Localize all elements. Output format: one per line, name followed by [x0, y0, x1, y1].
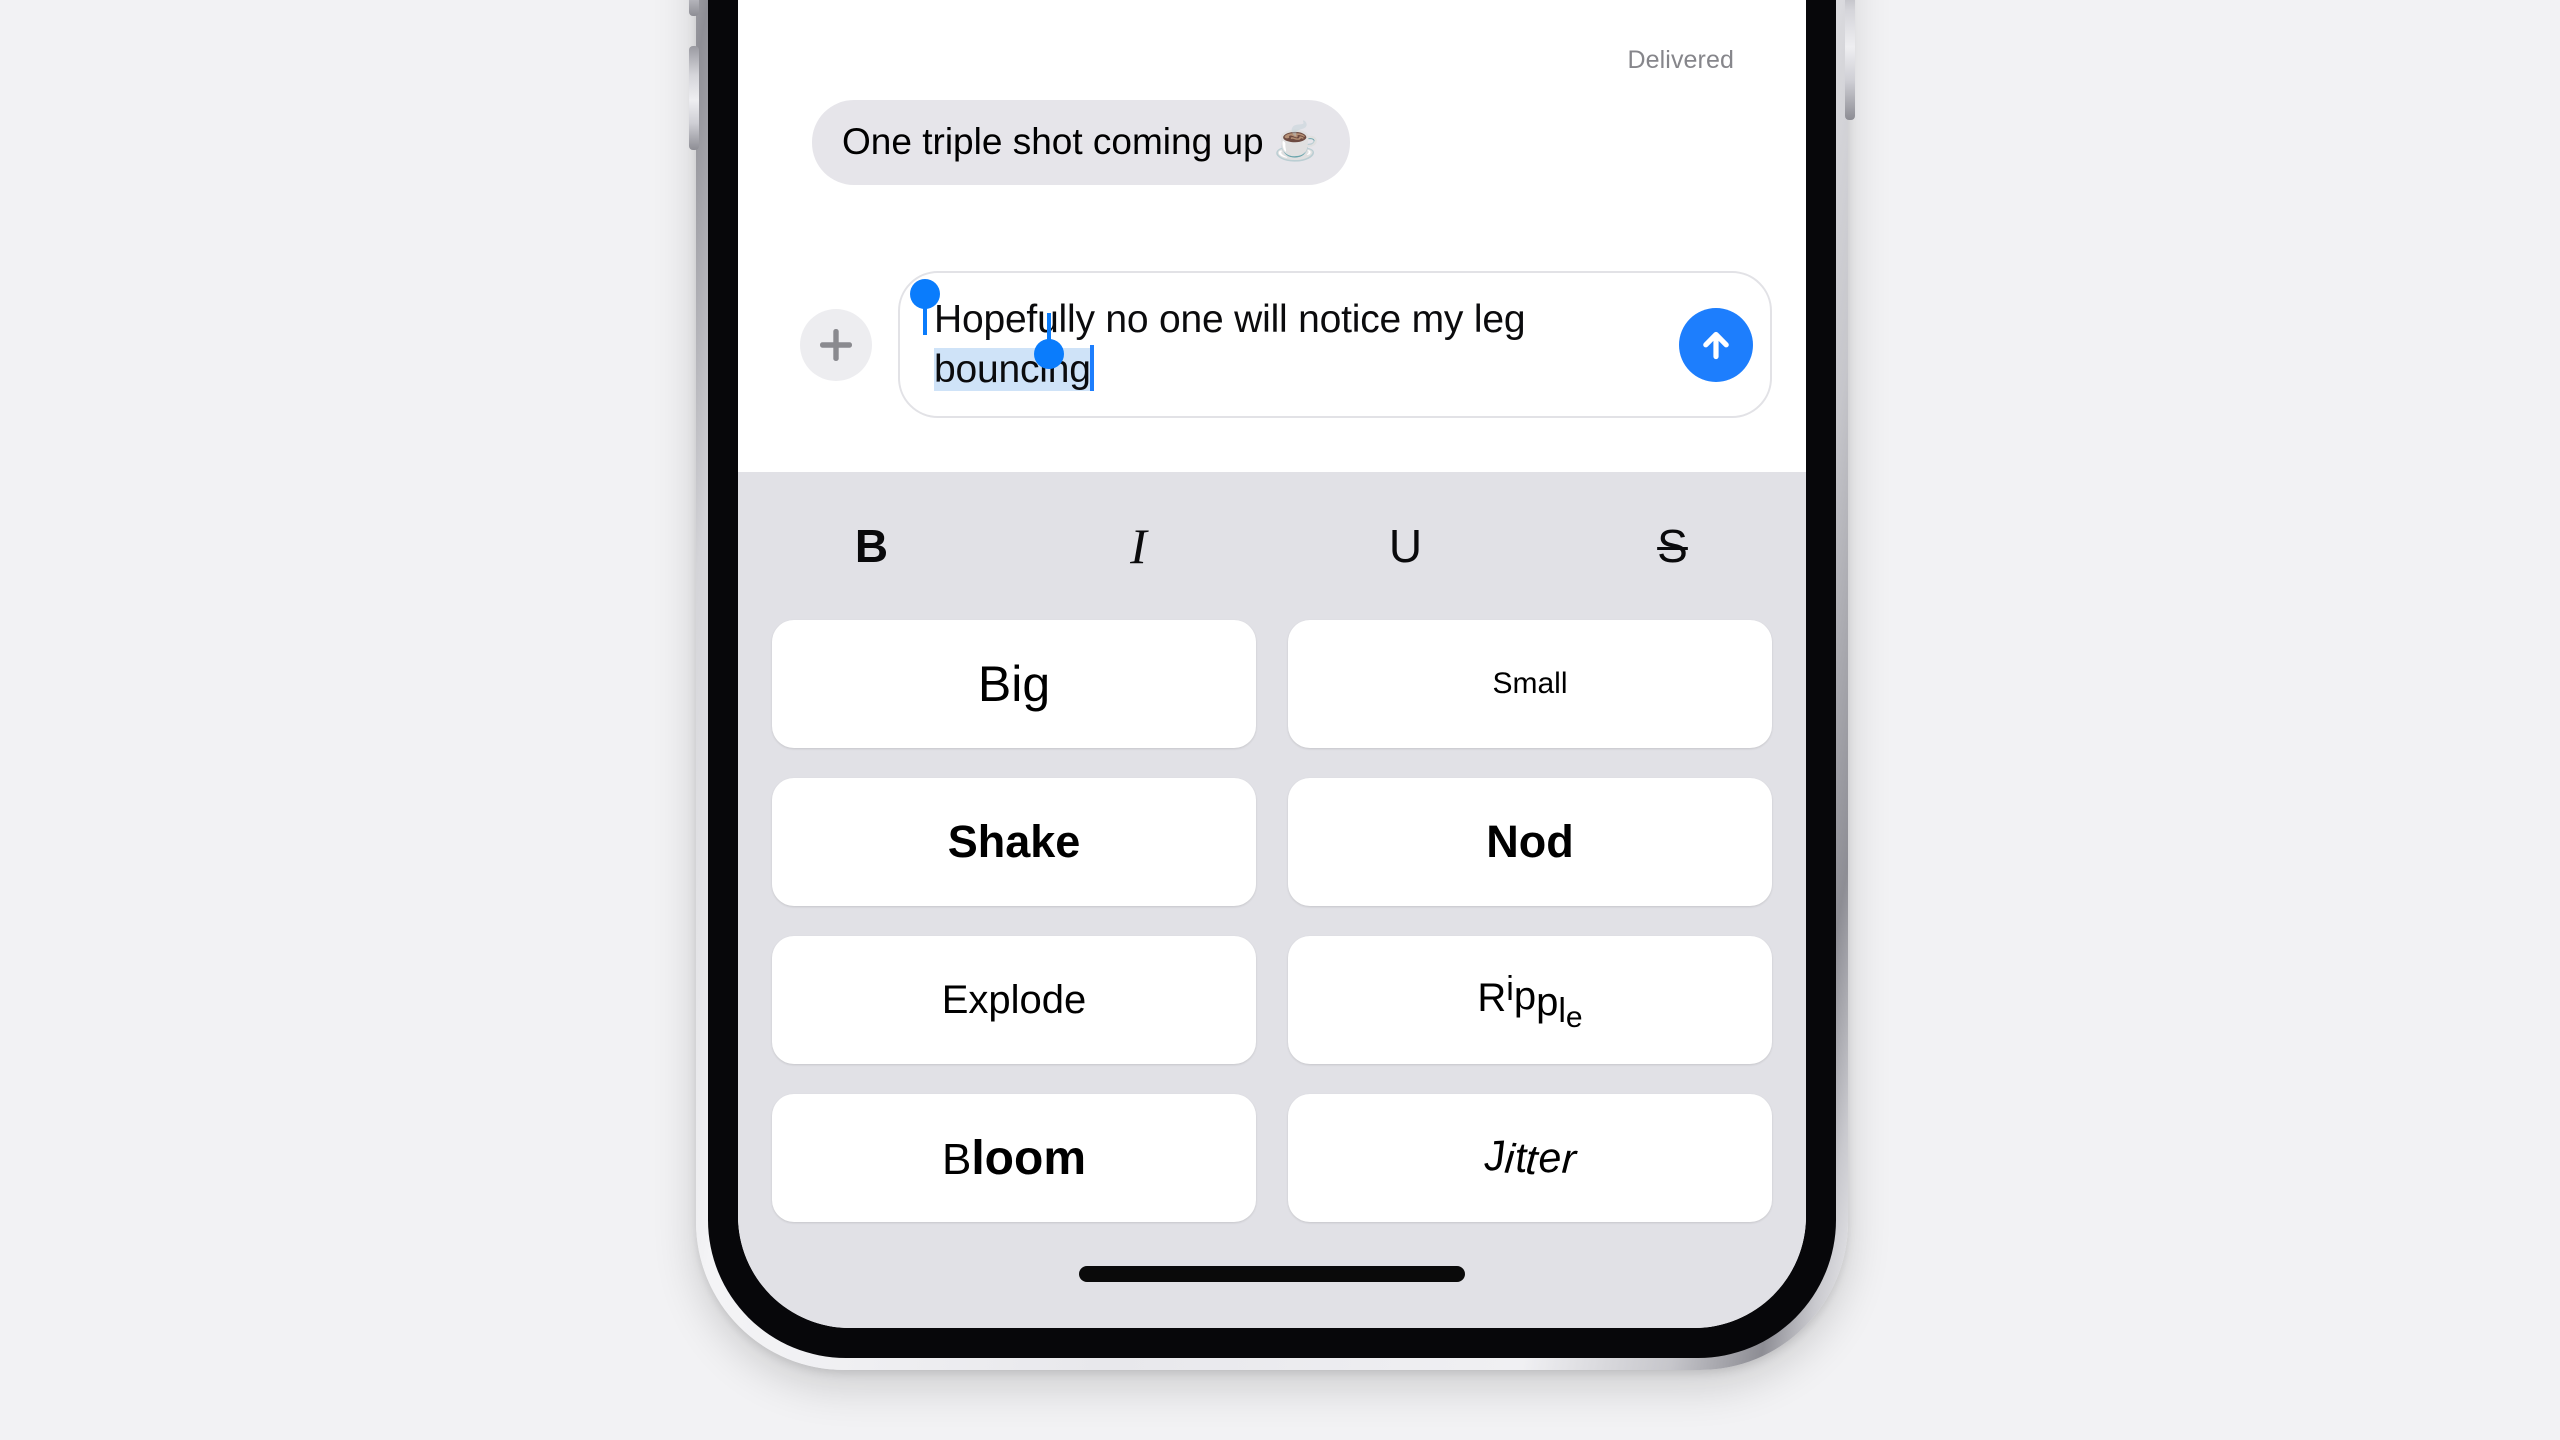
- add-attachment-button[interactable]: [800, 308, 872, 381]
- effect-label-big: Big: [977, 656, 1051, 712]
- italic-button[interactable]: I: [1005, 521, 1272, 571]
- bold-button[interactable]: B: [738, 523, 1005, 569]
- plus-icon: [820, 328, 852, 361]
- formatting-toolbar: B I U S: [738, 472, 1806, 620]
- selection-end-handle[interactable]: [1034, 338, 1064, 369]
- text-caret: [1089, 344, 1094, 391]
- send-button[interactable]: [1679, 307, 1753, 382]
- message-input-field[interactable]: Hopefully no one will notice my leg boun…: [898, 270, 1772, 419]
- text-effects-panel: B I U S Big Small Shake Nod Explode Ripp…: [738, 472, 1806, 1328]
- delivered-status-label: Delivered: [1627, 46, 1734, 74]
- effect-button-big[interactable]: Big: [772, 620, 1256, 748]
- underline-button[interactable]: U: [1272, 523, 1539, 569]
- effect-label-ripple: Ripple: [1477, 969, 1583, 1034]
- effect-label-small: Small: [1492, 667, 1568, 700]
- effect-label-bloom: Bloom: [941, 1131, 1086, 1185]
- effect-button-nod[interactable]: Nod: [1288, 778, 1772, 906]
- power-button[interactable]: [1845, 0, 1855, 120]
- input-unselected-text: Hopefully no one will notice my leg: [934, 297, 1526, 341]
- phone-screen: caffeine 🫠 Delivered One triple shot com…: [738, 0, 1806, 1328]
- effect-button-jitter[interactable]: Jitter: [1288, 1094, 1772, 1222]
- phone-bezel: caffeine 🫠 Delivered One triple shot com…: [708, 0, 1836, 1358]
- volume-down-button[interactable]: [689, 46, 699, 150]
- effect-button-shake[interactable]: Shake: [772, 778, 1256, 906]
- effect-button-explode[interactable]: Explode: [772, 936, 1256, 1064]
- phone-stage: caffeine 🫠 Delivered One triple shot com…: [0, 0, 2560, 1440]
- effect-label-explode: Explode: [941, 977, 1087, 1022]
- text-effects-grid: Big Small Shake Nod Explode Ripple Bloom…: [738, 620, 1806, 1222]
- home-indicator[interactable]: [1079, 1266, 1465, 1282]
- effect-label-nod: Nod: [1486, 816, 1574, 867]
- effect-button-bloom[interactable]: Bloom: [772, 1094, 1256, 1222]
- input-selected-text: bouncing: [934, 347, 1091, 391]
- message-bubble-received[interactable]: One triple shot coming up ☕: [804, 100, 1350, 186]
- effect-label-jitter: Jitter: [1482, 1131, 1577, 1184]
- message-row-received: One triple shot coming up ☕: [738, 100, 1806, 186]
- phone-frame: caffeine 🫠 Delivered One triple shot com…: [689, 0, 1855, 1370]
- volume-up-button[interactable]: [689, 0, 699, 16]
- message-composer: Hopefully no one will notice my leg boun…: [738, 222, 1806, 467]
- arrow-up-icon: [1703, 331, 1729, 359]
- strikethrough-button[interactable]: S: [1539, 523, 1806, 569]
- selection-start-handle[interactable]: [910, 278, 940, 309]
- effect-button-ripple[interactable]: Ripple: [1288, 936, 1772, 1064]
- effect-label-shake: Shake: [947, 816, 1081, 867]
- effect-button-small[interactable]: Small: [1288, 620, 1772, 748]
